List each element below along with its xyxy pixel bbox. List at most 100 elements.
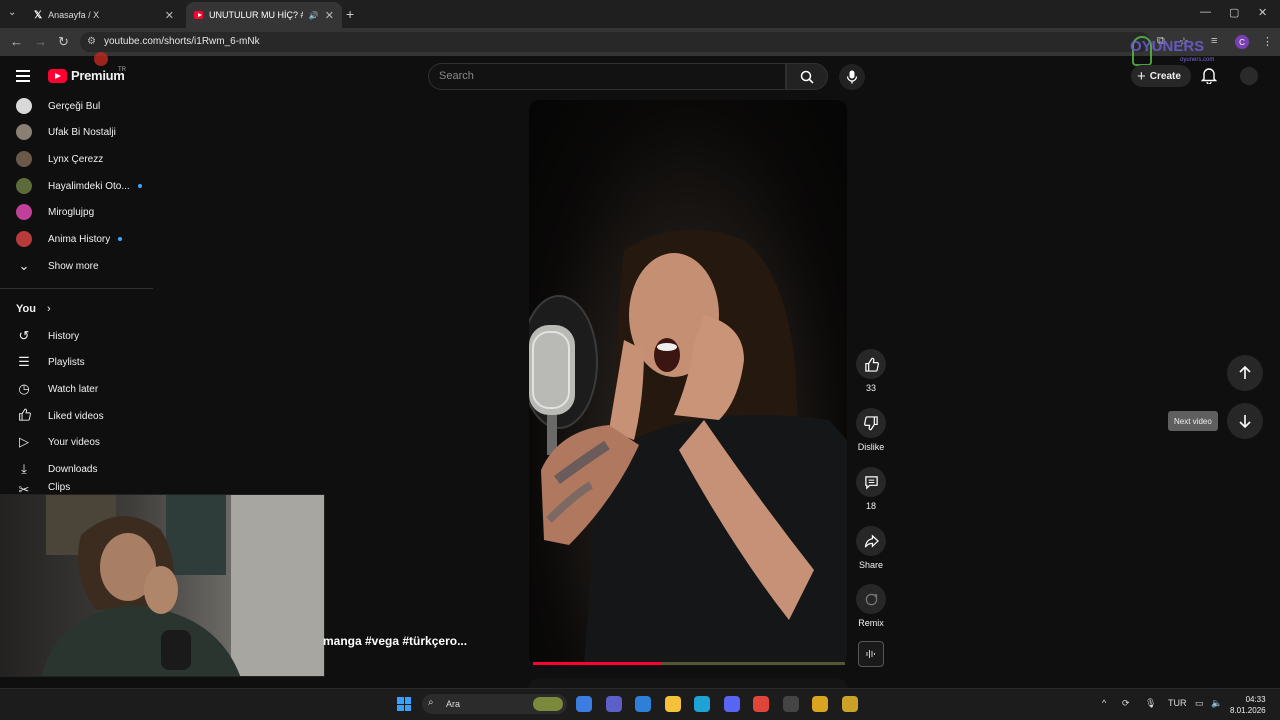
sidebar-item-downloads[interactable]: ⤓ Downloads: [16, 456, 97, 482]
tray-overflow-icon[interactable]: ^: [1102, 698, 1106, 708]
close-window-button[interactable]: ✕: [1258, 6, 1267, 19]
subscription-item[interactable]: Lynx Çerezz: [16, 146, 103, 172]
taskbar-clock[interactable]: 04:33 8.01.2026: [1230, 694, 1266, 716]
sidebar-item-your-videos[interactable]: ▷ Your videos: [16, 429, 100, 455]
like-button[interactable]: [856, 349, 886, 379]
subscription-item[interactable]: Ufak Bi Nostalji: [16, 119, 116, 145]
close-tab-icon[interactable]: ✕: [165, 9, 174, 22]
youtube-premium-logo[interactable]: Premium: [48, 68, 125, 83]
subscription-item[interactable]: Anima History: [16, 226, 123, 252]
profile-avatar[interactable]: C: [1235, 35, 1249, 49]
new-tab-button[interactable]: +: [346, 6, 354, 22]
youtube-favicon-icon: [194, 11, 204, 19]
weather-widget-icon[interactable]: [533, 697, 563, 711]
new-content-dot: [118, 237, 123, 241]
speaker-icon[interactable]: 🔊: [309, 11, 319, 20]
chevron-right-icon: ›: [47, 303, 51, 315]
volume-icon[interactable]: 🔈: [1211, 698, 1222, 709]
sync-icon[interactable]: ⟳: [1122, 698, 1130, 709]
tab-search-icon[interactable]: ⌄: [8, 7, 16, 18]
sidebar-item-label: Watch later: [48, 383, 99, 395]
notifications-button[interactable]: [1200, 67, 1218, 89]
obs-app-icon[interactable]: [783, 696, 799, 712]
subscription-item[interactable]: Miroglujpg: [16, 199, 94, 225]
account-avatar[interactable]: [1240, 67, 1258, 85]
remix-button[interactable]: [856, 584, 886, 614]
tab-youtube-short[interactable]: UNUTULUR MU HİÇ? #man 🔊 ✕: [186, 2, 342, 28]
short-caption[interactable]: manga #vega #türkçero...: [323, 634, 467, 648]
share-label: Share: [858, 560, 884, 570]
sidebar-item-playlists[interactable]: ☰ Playlists: [16, 349, 85, 375]
clock-icon: ◷: [18, 381, 30, 396]
menu-kebab-icon[interactable]: ⋮: [1262, 35, 1273, 48]
windows-start-icon[interactable]: [397, 697, 411, 711]
audio-wave-icon: [866, 650, 875, 658]
subscription-item[interactable]: Hayalimdeki Oto...: [16, 173, 142, 199]
region-code: TR: [118, 67, 126, 73]
tab-title: UNUTULUR MU HİÇ? #man: [209, 10, 303, 20]
store-app-icon[interactable]: [635, 696, 651, 712]
sidebar-item-history[interactable]: ↺ History: [16, 323, 80, 349]
url-text[interactable]: youtube.com/shorts/i1Rwm_6-mNk: [104, 36, 260, 47]
explorer-app-icon[interactable]: [665, 696, 681, 712]
subscription-label: Lynx Çerezz: [48, 153, 104, 165]
language-indicator[interactable]: TUR: [1168, 698, 1187, 708]
app-b-icon[interactable]: [842, 696, 858, 712]
teams-app-icon[interactable]: [606, 696, 622, 712]
voice-search-button[interactable]: [839, 64, 865, 90]
media-control-icon[interactable]: ≡: [1211, 35, 1217, 47]
edge-app-icon[interactable]: [694, 696, 710, 712]
search-input[interactable]: [428, 63, 786, 90]
subscription-item[interactable]: Gerçeği Bul: [16, 93, 100, 119]
site-info-icon[interactable]: ⚙: [87, 36, 96, 47]
subscription-label: Hayalimdeki Oto...: [48, 180, 130, 192]
bell-icon: [1200, 68, 1218, 85]
sidebar-item-watch-later[interactable]: ◷ Watch later: [16, 376, 98, 402]
sidebar-item-label: Liked videos: [48, 410, 104, 422]
next-video-button[interactable]: [1227, 403, 1263, 439]
forward-icon[interactable]: →: [34, 34, 47, 49]
webcam-frame: [41, 495, 324, 676]
playlists-icon: ☰: [18, 354, 30, 369]
video-progress-bar[interactable]: [533, 662, 845, 665]
share-button[interactable]: [856, 526, 886, 556]
clock-time: 04:33: [1245, 695, 1266, 704]
sidebar-item-liked-videos[interactable]: Liked videos: [16, 403, 104, 429]
thumbs-down-icon: [863, 415, 878, 430]
discord-app-icon[interactable]: [724, 696, 740, 712]
mic-tray-icon[interactable]: 🎙: [1145, 698, 1156, 709]
show-more-label: Show more: [48, 260, 99, 272]
hamburger-menu-icon[interactable]: [16, 70, 30, 85]
previous-video-button[interactable]: [1227, 355, 1263, 391]
search-button[interactable]: [786, 63, 828, 90]
show-more-button[interactable]: ⌄ Show more: [16, 253, 99, 279]
plus-icon: +: [1137, 67, 1146, 85]
logo-text: Premium: [71, 68, 125, 83]
comments-button[interactable]: [856, 467, 886, 497]
maximize-button[interactable]: ▢: [1229, 6, 1239, 19]
network-icon[interactable]: ▭: [1195, 698, 1204, 709]
dislike-button[interactable]: [856, 408, 886, 438]
next-video-tooltip: Next video: [1168, 411, 1218, 431]
sidebar-divider: [0, 288, 153, 289]
back-icon[interactable]: ←: [10, 34, 23, 49]
sound-channel-button[interactable]: [858, 641, 884, 667]
close-tab-icon[interactable]: ✕: [325, 9, 334, 22]
sidebar-item-label: Playlists: [48, 356, 85, 368]
copilot-app-icon[interactable]: [576, 696, 592, 712]
shorts-video-player[interactable]: [529, 100, 847, 666]
app-a-icon[interactable]: [812, 696, 828, 712]
channel-avatar: [16, 151, 32, 167]
comment-icon: [864, 475, 878, 490]
search-icon: ⌕: [428, 697, 434, 708]
tab-x-home[interactable]: 𝕏 Anasayfa / X ✕: [26, 2, 182, 28]
channel-avatar: [16, 204, 32, 220]
microphone-icon: [846, 70, 858, 84]
channel-avatar: [16, 98, 32, 114]
you-section-header[interactable]: You ›: [16, 303, 51, 315]
channel-watermark-sub: oyuners.com: [1180, 57, 1215, 63]
reload-icon[interactable]: ↻: [58, 34, 69, 50]
chrome-app-icon[interactable]: [753, 696, 769, 712]
minimize-button[interactable]: —: [1200, 6, 1211, 18]
create-button[interactable]: + Create: [1131, 65, 1191, 87]
